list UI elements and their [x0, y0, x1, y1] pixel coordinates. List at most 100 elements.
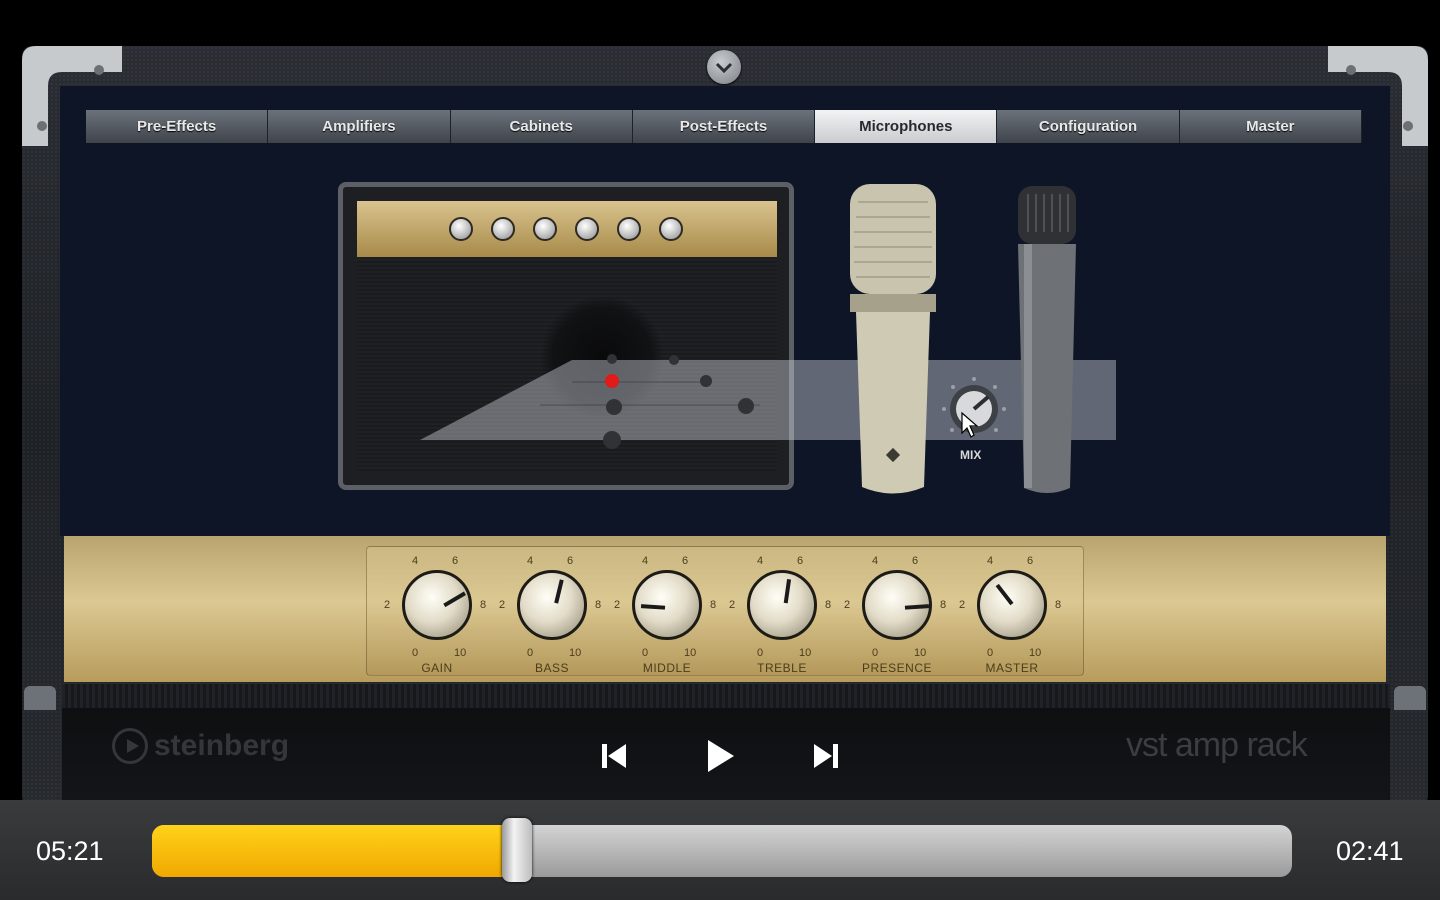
tab-configuration[interactable]: Configuration	[997, 110, 1180, 143]
knob-scale-label: 4	[412, 555, 419, 567]
tab-microphones[interactable]: Microphones	[815, 110, 998, 143]
knob-cap[interactable]	[747, 570, 817, 640]
knob-label: MIDDLE	[642, 661, 692, 675]
knob-pointer	[783, 579, 792, 604]
skip-forward-icon	[814, 744, 838, 768]
brand-company: steinberg	[154, 729, 290, 762]
knob-scale-label: 10	[569, 647, 582, 659]
knob-scale-label: 0	[412, 647, 419, 659]
knob-scale-label: 10	[684, 647, 697, 659]
knob-scale-label: 8	[940, 599, 947, 611]
amp-knob-presence[interactable]: 0 2 4 6 8 10 PRESENCE	[842, 553, 952, 675]
knob-pointer	[995, 583, 1014, 606]
knob-pointer	[443, 591, 466, 608]
tab-bar: Pre-Effects Amplifiers Cabinets Post-Eff…	[86, 110, 1362, 143]
tab-post-effects[interactable]: Post-Effects	[632, 110, 816, 143]
knob-scale-label: 10	[1029, 647, 1042, 659]
knob-scale-label: 10	[454, 647, 467, 659]
knob-label: TREBLE	[757, 661, 807, 675]
knob-scale-label: 4	[527, 555, 534, 567]
speaker-cone	[537, 297, 667, 417]
knob-scale-label: 6	[682, 555, 689, 567]
knob-label: MASTER	[985, 661, 1039, 675]
knob-scale-label: 2	[499, 599, 506, 611]
knob-scale-label: 4	[987, 555, 994, 567]
steinberg-logo: steinberg	[112, 728, 289, 764]
knob-label: GAIN	[421, 661, 453, 675]
knob-scale-label: 0	[872, 647, 879, 659]
cabinet-knob	[491, 217, 515, 241]
knob-cap[interactable]	[977, 570, 1047, 640]
remaining-time: 02:41	[1336, 836, 1404, 866]
knob-scale-label: 2	[614, 599, 621, 611]
collapse-button[interactable]	[707, 50, 741, 84]
knob-cap[interactable]	[632, 570, 702, 640]
knob-scale-label: 10	[799, 647, 812, 659]
knob-scale-label: 8	[1055, 599, 1062, 611]
knob-scale-label: 6	[567, 555, 574, 567]
amp-knob-middle[interactable]: 0 2 4 6 8 10 MIDDLE	[612, 553, 722, 675]
knob-scale-label: 2	[959, 599, 966, 611]
tab-cabinets[interactable]: Cabinets	[450, 110, 633, 143]
cabinet-knob	[449, 217, 473, 241]
knob-scale-label: 4	[872, 555, 879, 567]
cabinet-preview	[338, 182, 794, 490]
knob-scale-label: 8	[480, 599, 487, 611]
knob-scale-label: 0	[642, 647, 649, 659]
progress-thumb[interactable]	[501, 818, 532, 882]
tab-master[interactable]: Master	[1179, 110, 1362, 143]
amp-knob-gain[interactable]: 0 2 4 6 8 10 GAIN	[382, 553, 492, 675]
cabinet-knob	[659, 217, 683, 241]
play-icon	[708, 740, 734, 772]
knob-scale-label: 0	[527, 647, 534, 659]
amp-knob-bass[interactable]: 0 2 4 6 8 10 BASS	[497, 553, 607, 675]
knob-scale-label: 8	[825, 599, 832, 611]
cabinet-control-strip	[357, 201, 777, 257]
knob-pointer	[554, 579, 564, 604]
knob-scale-label: 8	[595, 599, 602, 611]
previous-button[interactable]	[594, 736, 634, 776]
knob-scale-label: 4	[757, 555, 764, 567]
mix-label: MIX	[960, 448, 982, 462]
knob-pointer	[904, 604, 930, 610]
tab-pre-effects[interactable]: Pre-Effects	[86, 110, 269, 143]
amp-knob-master[interactable]: 0 2 4 6 8 10 MASTER	[957, 553, 1067, 675]
dynamic-microphone[interactable]	[1014, 184, 1080, 496]
knob-label: PRESENCE	[861, 661, 933, 675]
knob-pointer	[640, 604, 666, 610]
next-button[interactable]	[806, 736, 846, 776]
tab-amplifiers[interactable]: Amplifiers	[268, 110, 451, 143]
amp-knob-treble[interactable]: 0 2 4 6 8 10 TREBLE	[727, 553, 837, 675]
cabinet-knob	[617, 217, 641, 241]
rack-handle-right	[1394, 686, 1426, 710]
knob-label: BASS	[534, 661, 569, 675]
knob-scale-label: 6	[452, 555, 459, 567]
progress-track[interactable]	[152, 825, 1292, 877]
knob-cap[interactable]	[517, 570, 587, 640]
knob-scale-label: 6	[1027, 555, 1034, 567]
elapsed-time: 05:21	[36, 836, 104, 866]
mix-knob[interactable]	[940, 375, 1008, 443]
skip-back-icon	[602, 744, 626, 768]
cabinet-knob	[575, 217, 599, 241]
knob-scale-label: 4	[642, 555, 649, 567]
knob-scale-label: 8	[710, 599, 717, 611]
chevron-down-icon	[715, 62, 733, 74]
knob-scale-label: 2	[729, 599, 736, 611]
knob-scale-label: 2	[844, 599, 851, 611]
condenser-microphone[interactable]	[848, 182, 938, 497]
cabinet-knob	[533, 217, 557, 241]
knob-scale-label: 10	[914, 647, 927, 659]
knob-cap[interactable]	[402, 570, 472, 640]
amp-base-band	[62, 684, 1390, 708]
knob-scale-label: 2	[384, 599, 391, 611]
knob-cap[interactable]	[862, 570, 932, 640]
steinberg-play-icon	[112, 728, 148, 764]
play-button[interactable]	[700, 736, 740, 776]
progress-fill	[152, 825, 517, 877]
knob-scale-label: 6	[797, 555, 804, 567]
rack-handle-left	[24, 686, 56, 710]
knob-scale-label: 0	[987, 647, 994, 659]
product-name: vst amp rack	[1126, 726, 1308, 764]
knob-scale-label: 0	[757, 647, 764, 659]
